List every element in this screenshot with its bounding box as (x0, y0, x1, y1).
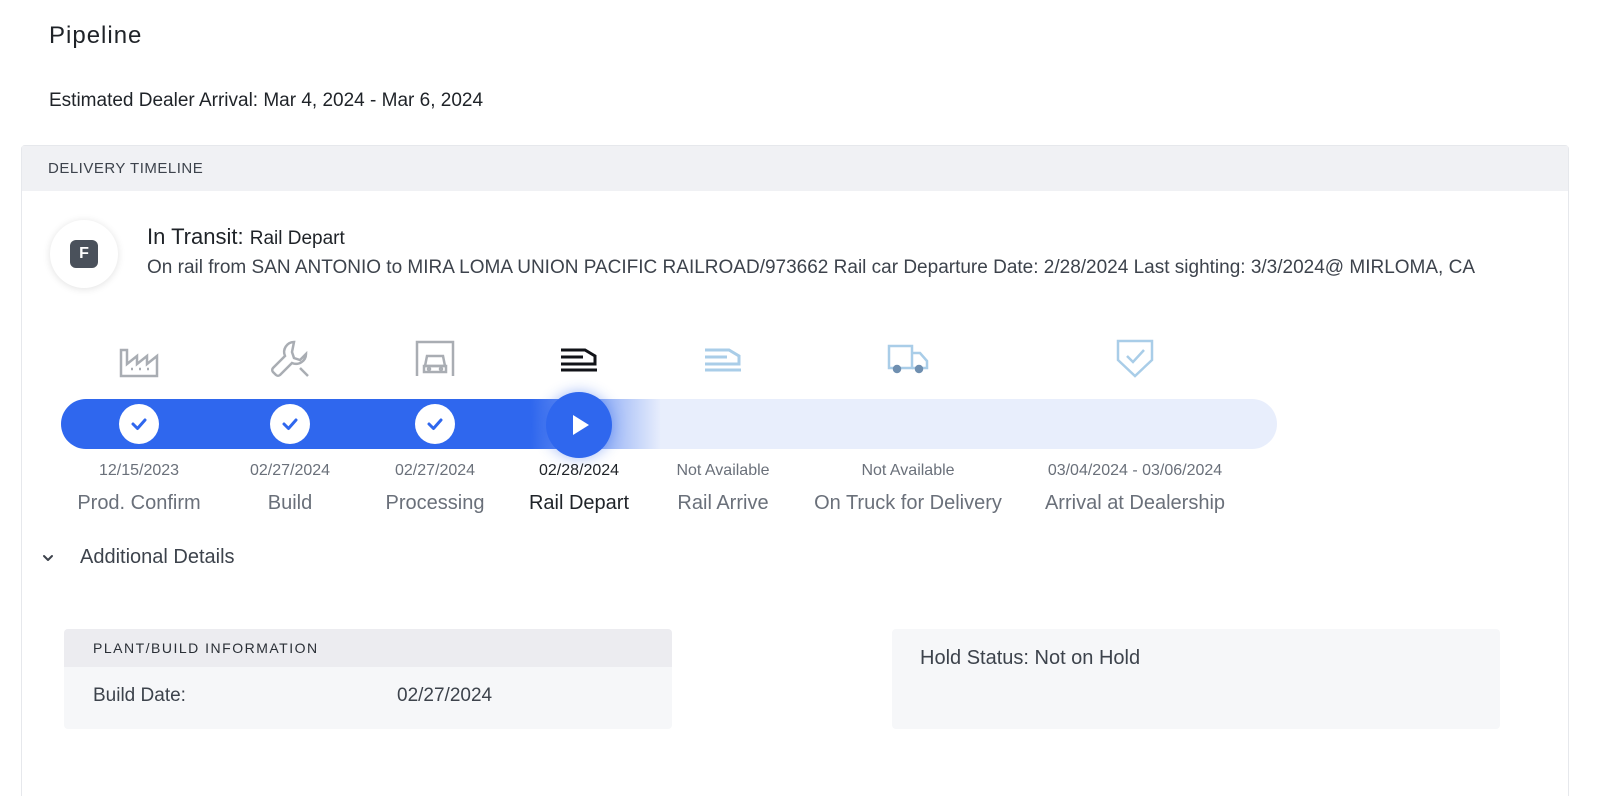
stage-date: Not Available (676, 462, 770, 479)
stage-complete-marker (415, 404, 455, 444)
page-title: Pipeline (49, 22, 143, 49)
stage-date: Not Available (861, 462, 955, 479)
train-arrive-icon (701, 336, 745, 380)
stage-current-marker (546, 392, 612, 458)
delivery-timeline-header: DELIVERY TIMELINE (22, 146, 1568, 191)
timeline-progress-bar (61, 399, 1277, 449)
stage-date: 02/28/2024 (538, 462, 620, 479)
plant-build-header: PLANT/BUILD INFORMATION (64, 629, 672, 667)
hold-status-text: Hold Status: Not on Hold (920, 647, 1141, 669)
stage-label: On Truck for Delivery (814, 492, 1002, 514)
additional-details-label[interactable]: Additional Details (80, 546, 235, 569)
wrench-icon (268, 336, 312, 380)
stage-label: Rail Depart (528, 492, 630, 514)
build-date-label: Build Date: (93, 685, 186, 706)
stage-date: 03/04/2024 - 03/06/2024 (1047, 462, 1223, 479)
stage-date: 12/15/2023 (98, 462, 180, 479)
status-title: In Transit: Rail Depart (147, 224, 345, 250)
status-title-stage: Rail Depart (249, 228, 345, 249)
stage-label: Rail Arrive (677, 492, 769, 514)
stage-date: 02/27/2024 (249, 462, 331, 479)
build-date-row: Build Date: 02/27/2024 (64, 667, 672, 729)
delivery-timeline-card: DELIVERY TIMELINE F In Transit: Rail Dep… (21, 145, 1569, 796)
check-icon (282, 418, 298, 430)
factory-icon (117, 336, 161, 380)
plant-build-panel: PLANT/BUILD INFORMATION Build Date: 02/2… (64, 629, 672, 729)
hold-status-panel: Hold Status: Not on Hold (892, 629, 1500, 729)
estimated-arrival: Estimated Dealer Arrival: Mar 4, 2024 - … (49, 90, 484, 111)
truck-icon (886, 336, 930, 380)
stage-label: Processing (385, 492, 485, 514)
stage-date: 02/27/2024 (394, 462, 476, 479)
build-date-value: 02/27/2024 (397, 685, 493, 706)
play-icon (573, 415, 589, 435)
stage-complete-marker (119, 404, 159, 444)
stage-label: Prod. Confirm (77, 492, 201, 514)
stage-label: Build (267, 492, 313, 514)
garage-car-icon (413, 336, 457, 380)
shield-check-icon (1113, 336, 1157, 380)
check-icon (427, 418, 443, 430)
chevron-down-icon[interactable] (38, 548, 58, 568)
status-description: On rail from SAN ANTONIO to MIRA LOMA UN… (147, 257, 1475, 278)
train-depart-icon (557, 336, 601, 380)
check-icon (131, 418, 147, 430)
status-title-main: In Transit: (147, 224, 244, 249)
status-badge: F (70, 240, 98, 268)
additional-details-toggle[interactable]: Additional Details (38, 546, 235, 569)
stage-complete-marker (270, 404, 310, 444)
stage-label: Arrival at Dealership (1044, 492, 1226, 514)
status-avatar: F (50, 220, 118, 288)
